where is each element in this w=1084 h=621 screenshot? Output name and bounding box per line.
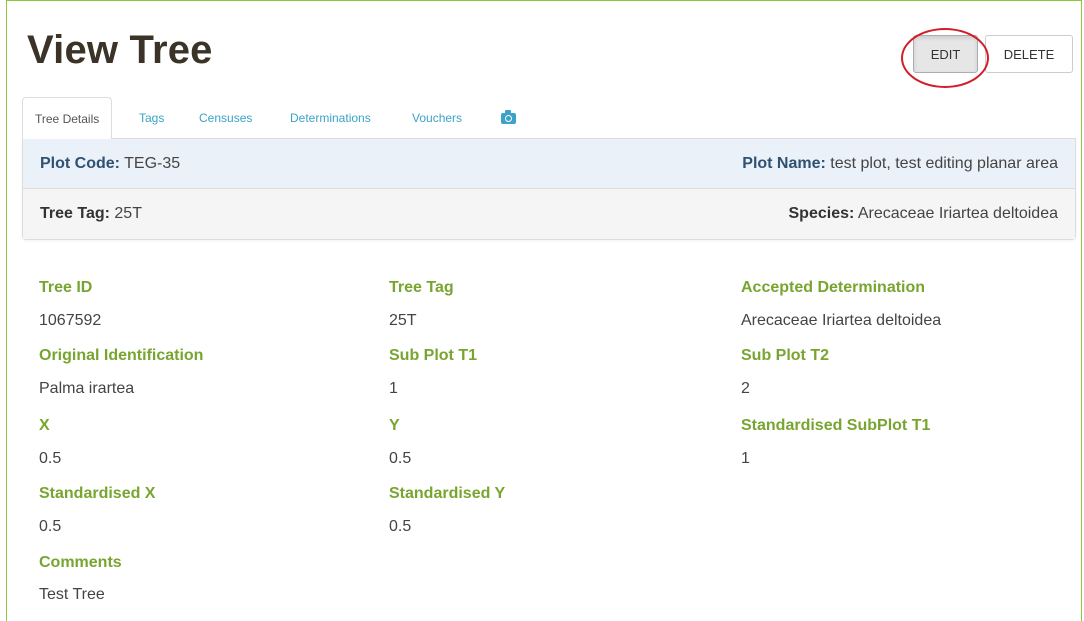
plot-name: Plot Name: test plot, test editing plana… xyxy=(742,155,1058,173)
plot-code-label: Plot Code: xyxy=(40,154,120,172)
tree-tag-detail-value: 25T xyxy=(389,312,417,329)
y-label: Y xyxy=(389,417,400,434)
species-label: Species: xyxy=(788,205,855,222)
comments-value: Test Tree xyxy=(39,586,105,603)
tree-tag-value: 25T xyxy=(114,205,142,222)
standardised-y-value: 0.5 xyxy=(389,518,412,535)
species-value: Arecaceae Iriartea deltoidea xyxy=(857,205,1058,222)
tab-determinations[interactable]: Determinations xyxy=(290,97,371,139)
standardised-subplot-t1-label: Standardised SubPlot T1 xyxy=(741,417,931,434)
x-label: X xyxy=(39,417,50,434)
summary-row-plot: Plot Code: TEG-35 Plot Name: test plot, … xyxy=(23,139,1075,189)
tab-tags[interactable]: Tags xyxy=(139,97,164,139)
plot-name-label: Plot Name: xyxy=(742,154,826,172)
tab-tree-details[interactable]: Tree Details xyxy=(22,97,113,140)
y-value: 0.5 xyxy=(389,450,412,467)
tree-tag-label: Tree Tag: xyxy=(40,205,110,222)
original-identification-label: Original Identification xyxy=(39,347,204,364)
tab-censuses[interactable]: Censuses xyxy=(199,97,252,139)
edit-button[interactable]: EDIT xyxy=(913,35,978,73)
delete-button[interactable]: DELETE xyxy=(985,35,1073,73)
sub-plot-t1-value: 1 xyxy=(389,380,398,397)
tree-id-value: 1067592 xyxy=(39,312,102,329)
standardised-y-label: Standardised Y xyxy=(389,485,506,502)
plot-name-value: test plot, test editing planar area xyxy=(830,154,1058,172)
sub-plot-t2-value: 2 xyxy=(741,380,750,397)
page-frame xyxy=(6,0,1082,621)
sub-plot-t1-label: Sub Plot T1 xyxy=(389,347,477,364)
summary-row-tree: Tree Tag: 25T Species: Arecaceae Iriarte… xyxy=(23,189,1075,239)
tab-photos[interactable] xyxy=(492,97,522,139)
summary-panel: Plot Code: TEG-35 Plot Name: test plot, … xyxy=(22,139,1076,240)
tree-id-label: Tree ID xyxy=(39,279,93,296)
tree-tag-detail-label: Tree Tag xyxy=(389,279,454,296)
tree-tag: Tree Tag: 25T xyxy=(40,205,142,223)
plot-code: Plot Code: TEG-35 xyxy=(40,155,180,173)
accepted-determination-value: Arecaceae Iriartea deltoidea xyxy=(741,312,942,329)
x-value: 0.5 xyxy=(39,450,62,467)
page-title: View Tree xyxy=(27,28,213,72)
sub-plot-t2-label: Sub Plot T2 xyxy=(741,347,829,364)
standardised-x-value: 0.5 xyxy=(39,518,62,535)
original-identification-value: Palma irartea xyxy=(39,380,135,397)
species: Species: Arecaceae Iriartea deltoidea xyxy=(789,205,1059,223)
comments-label: Comments xyxy=(39,554,122,571)
standardised-x-label: Standardised X xyxy=(39,485,156,502)
accepted-determination-label: Accepted Determination xyxy=(741,279,926,296)
plot-code-value: TEG-35 xyxy=(124,154,181,172)
standardised-subplot-t1-value: 1 xyxy=(741,450,750,467)
tab-bar: Tree Details Tags Censuses Determination… xyxy=(22,97,1076,140)
camera-icon xyxy=(501,110,516,124)
tab-vouchers[interactable]: Vouchers xyxy=(412,97,462,139)
